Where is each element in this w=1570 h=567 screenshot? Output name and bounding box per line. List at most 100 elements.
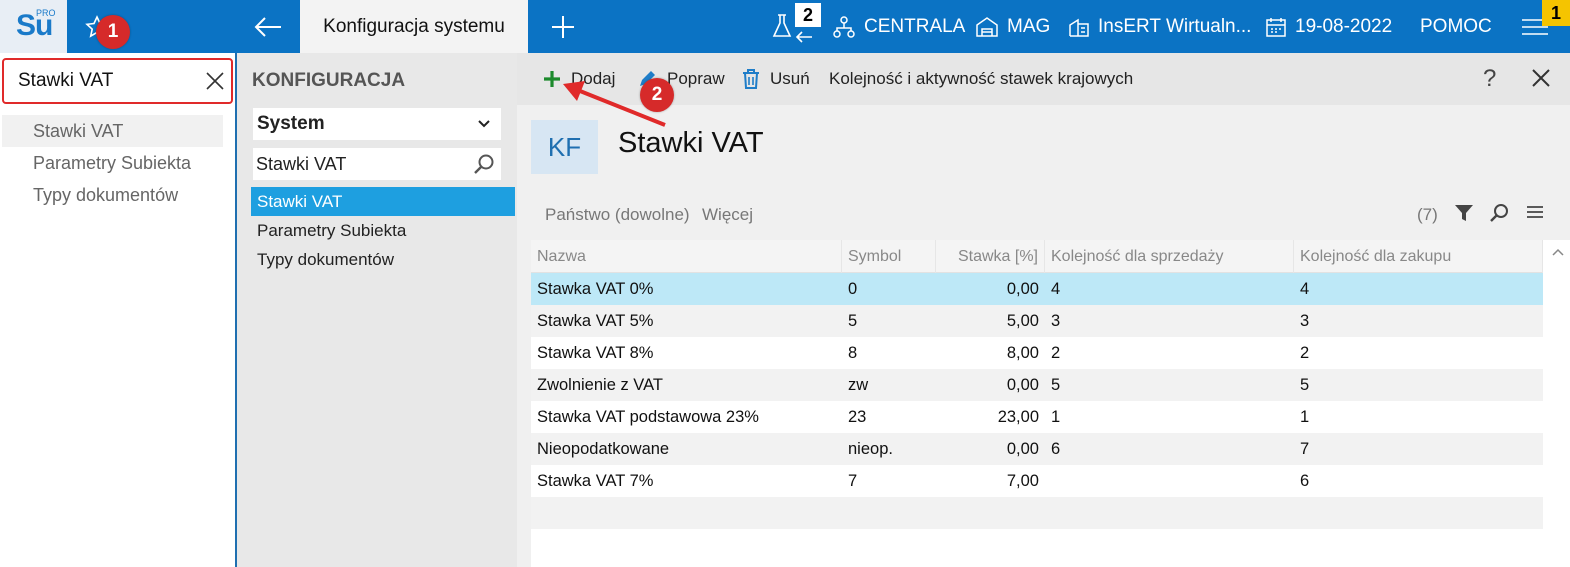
column-header-rate[interactable]: Stawka [%] xyxy=(936,240,1045,273)
back-button[interactable] xyxy=(236,0,300,53)
add-tab-button[interactable] xyxy=(540,0,585,53)
cell-name: Zwolnienie z VAT xyxy=(537,376,663,394)
table-row[interactable]: Stawka VAT 0% 0 0,00 4 4 xyxy=(531,273,1543,305)
warehouse-selector[interactable]: MAG xyxy=(975,0,1050,53)
table-row[interactable]: Nieopodatkowane nieop. 0,00 6 7 xyxy=(531,433,1543,465)
config-area-value: System xyxy=(257,113,325,134)
company-selector[interactable]: InsERT Wirtualn... xyxy=(1068,0,1251,53)
vat-order-label: Kolejność i aktywność stawek krajowych xyxy=(829,69,1134,88)
cell-name: Stawka VAT 5% xyxy=(537,312,654,330)
notification-count: 2 xyxy=(802,4,813,25)
table-row[interactable]: Stawka VAT podstawowa 23% 23 23,00 1 1 xyxy=(531,401,1543,433)
global-search-input[interactable] xyxy=(18,70,198,92)
cell-purchase-order: 5 xyxy=(1300,376,1310,394)
global-search-box xyxy=(2,58,233,104)
cell-rate: 8,00 xyxy=(1006,344,1039,362)
cell-sales-order: 4 xyxy=(1051,280,1061,298)
vat-order-button[interactable]: Kolejność i aktywność stawek krajowych xyxy=(829,53,1133,105)
config-nav-pane: KONFIGURACJA System Stawki VAT Stawki VA… xyxy=(237,53,517,567)
cell-rate: 0,00 xyxy=(1006,376,1039,394)
config-nav-list: Stawki VAT Parametry Subiekta Typy dokum… xyxy=(251,187,515,274)
search-result-item[interactable]: Stawki VAT xyxy=(2,115,223,147)
cell-sales-order: 5 xyxy=(1051,376,1061,394)
search-icon[interactable] xyxy=(473,153,495,175)
arrow-left-icon xyxy=(254,16,281,37)
cell-rate: 0,00 xyxy=(1006,280,1039,298)
corner-badge: 1 xyxy=(1542,0,1570,26)
annotation-step-1-label: 1 xyxy=(107,21,119,42)
branch-selector[interactable]: CENTRALA xyxy=(832,0,965,53)
config-search-field[interactable]: Stawki VAT xyxy=(253,148,501,180)
column-header-sales-order[interactable]: Kolejność dla sprzedaży xyxy=(1045,240,1294,273)
search-icon[interactable] xyxy=(1489,203,1509,223)
config-nav-item[interactable]: Typy dokumentów xyxy=(251,245,515,274)
cell-rate: 0,00 xyxy=(1006,440,1039,458)
trash-icon xyxy=(743,69,759,89)
cell-name: Stawka VAT podstawowa 23% xyxy=(537,408,759,426)
top-bar: Su PRO Konfiguracja systemu 2 CENTRALA M… xyxy=(0,0,1570,53)
annotation-step-2-label: 2 xyxy=(651,84,663,105)
help-button[interactable]: ? xyxy=(1483,65,1496,93)
cell-purchase-order: 4 xyxy=(1300,280,1310,298)
table-row-empty xyxy=(531,497,1543,529)
cell-purchase-order: 3 xyxy=(1300,312,1310,330)
company-icon xyxy=(1069,18,1089,37)
more-filters[interactable]: Więcej xyxy=(702,205,753,225)
help-link[interactable]: POMOC xyxy=(1420,0,1492,53)
table-row[interactable]: Stawka VAT 5% 5 5,00 3 3 xyxy=(531,305,1543,337)
left-pane: Stawki VAT Parametry Subiekta Typy dokum… xyxy=(0,53,237,567)
close-icon[interactable] xyxy=(204,70,226,92)
tab-label: Konfiguracja systemu xyxy=(323,15,505,37)
delete-button[interactable]: Usuń xyxy=(742,53,810,105)
date-label: 19-08-2022 xyxy=(1295,15,1393,37)
help-label: POMOC xyxy=(1420,15,1492,37)
edit-label: Popraw xyxy=(667,69,725,88)
cell-symbol: nieop. xyxy=(848,440,893,458)
cell-rate: 7,00 xyxy=(1006,472,1039,490)
cell-symbol: 23 xyxy=(848,408,867,426)
cell-rate: 23,00 xyxy=(997,408,1039,426)
country-filter[interactable]: Państwo (dowolne) xyxy=(545,205,690,225)
cell-name: Nieopodatkowane xyxy=(537,440,670,458)
cell-sales-order: 2 xyxy=(1051,344,1061,362)
warehouse-label: MAG xyxy=(1007,15,1051,37)
cell-symbol: zw xyxy=(848,376,869,394)
chevron-down-icon xyxy=(478,120,490,128)
cell-purchase-order: 6 xyxy=(1300,472,1310,490)
table-row[interactable]: Zwolnienie z VAT zw 0,00 5 5 xyxy=(531,369,1543,401)
config-nav-item[interactable]: Parametry Subiekta xyxy=(251,216,515,245)
config-title: KONFIGURACJA xyxy=(252,70,406,91)
search-result-item[interactable]: Typy dokumentów xyxy=(2,179,223,211)
chevron-up-icon[interactable] xyxy=(1551,246,1565,258)
cell-sales-order: 1 xyxy=(1051,408,1061,426)
config-nav-item[interactable]: Stawki VAT xyxy=(251,187,515,216)
column-header-name[interactable]: Nazwa xyxy=(531,240,842,273)
cell-symbol: 7 xyxy=(848,472,858,490)
branch-label: CENTRALA xyxy=(864,15,966,37)
date-selector[interactable]: 19-08-2022 xyxy=(1265,0,1392,53)
config-area-select[interactable]: System xyxy=(253,108,501,140)
close-icon[interactable] xyxy=(1531,68,1551,88)
cell-name: Stawka VAT 0% xyxy=(537,280,654,298)
cell-symbol: 8 xyxy=(848,344,858,362)
table-row[interactable]: Stawka VAT 8% 8 8,00 2 2 xyxy=(531,337,1543,369)
config-search-value: Stawki VAT xyxy=(256,153,347,174)
cell-sales-order xyxy=(1045,465,1294,497)
filter-icon[interactable] xyxy=(1454,203,1474,223)
list-menu-icon[interactable] xyxy=(1527,203,1543,221)
table-row[interactable]: Stawka VAT 7% 7 7,00 6 xyxy=(531,465,1543,497)
table-body: Stawka VAT 0% 0 0,00 4 4 Stawka VAT 5% 5… xyxy=(531,273,1543,529)
flask-icon xyxy=(772,13,792,37)
column-header-purchase-order[interactable]: Kolejność dla zakupu xyxy=(1294,240,1543,273)
filter-row: Państwo (dowolne) Więcej (7) xyxy=(517,185,1570,240)
logo-superscript: PRO xyxy=(36,8,56,18)
search-results-list: Stawki VAT Parametry Subiekta Typy dokum… xyxy=(2,115,223,211)
company-label: InsERT Wirtualn... xyxy=(1098,15,1252,37)
tab-konfiguracja-systemu[interactable]: Konfiguracja systemu xyxy=(300,0,528,53)
app-logo[interactable]: Su PRO xyxy=(0,0,67,53)
cell-symbol: 0 xyxy=(848,280,858,298)
search-result-item[interactable]: Parametry Subiekta xyxy=(2,147,223,179)
column-header-symbol[interactable]: Symbol xyxy=(842,240,936,273)
arrow-back-small-icon xyxy=(795,31,812,43)
cell-rate: 5,00 xyxy=(1006,312,1039,330)
